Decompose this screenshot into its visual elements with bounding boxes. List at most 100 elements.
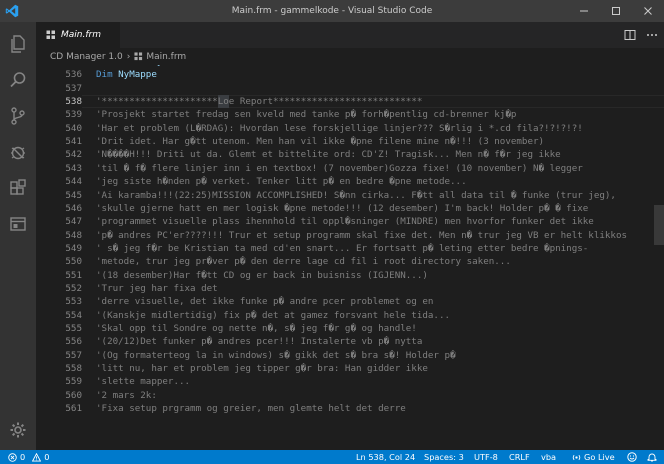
code-line[interactable]: 'slette mapper...: [96, 375, 190, 388]
go-live-button[interactable]: Go Live: [572, 450, 615, 464]
line-number: 539: [65, 109, 82, 121]
breadcrumb-folder[interactable]: CD Manager 1.0: [50, 52, 123, 62]
code-token: 'skulle gjerne hatt en mer logisk �pne m…: [96, 202, 589, 214]
line-number: 557: [65, 349, 82, 361]
code-token: ' s� jeg f�r be Kristian ta med cd'en sn…: [96, 242, 589, 254]
code-line[interactable]: 'programmet visuelle plass ihennhold til…: [96, 215, 594, 228]
code-line[interactable]: 'p� andres PC'er????!!! Trur et setup pr…: [96, 229, 627, 242]
code-line[interactable]: '(18 desember)Har f�tt CD og er back in …: [96, 269, 428, 282]
code-line[interactable]: 'derre visuelle, det ikke funke p� andre…: [96, 295, 433, 308]
search-button[interactable]: [0, 62, 36, 98]
line-number: 549: [65, 242, 82, 254]
code-token: 'litt nu, har et problem jeg tipper g�r …: [96, 363, 428, 375]
source-control-button[interactable]: [0, 98, 36, 134]
tab-main-frm[interactable]: Main.frm: [36, 22, 120, 48]
line-number: 550: [65, 256, 82, 268]
code-line[interactable]: 'litt nu, har et problem jeg tipper g�r …: [96, 362, 428, 375]
code-line[interactable]: Dim NyMappe: [96, 68, 157, 81]
code-line[interactable]: 'Skal opp til Sondre og nette n�, s� jeg…: [96, 322, 417, 335]
code-line[interactable]: 'jeg siste h�nden p� verket. Tenker litt…: [96, 175, 467, 188]
extensions-button[interactable]: [0, 170, 36, 206]
split-editor-icon[interactable]: [624, 29, 636, 41]
bell-icon: [647, 453, 657, 462]
minimize-button[interactable]: [568, 0, 600, 22]
line-number: 558: [65, 363, 82, 375]
code-line[interactable]: '*********************Loe Report********…: [96, 95, 422, 109]
line-number: 542: [65, 149, 82, 161]
code-line[interactable]: '2 mars 2k:: [96, 389, 157, 402]
code-line[interactable]: 'Prosjekt startet fredag sen kveld med t…: [96, 108, 516, 121]
breadcrumb: CD Manager 1.0 › Main.frm: [36, 48, 664, 65]
line-number: 551: [65, 269, 82, 281]
code-editor[interactable]: 5355365375385395405415425435445455465475…: [36, 55, 664, 450]
title-bar: Main.frm - gammelkode - Visual Studio Co…: [0, 0, 664, 22]
language-mode[interactable]: vba: [541, 450, 556, 464]
code-line[interactable]: 'Ai karamba!!!(22:25)MISSION ACCOMPLISHE…: [96, 189, 616, 202]
minimize-icon: [580, 10, 588, 12]
code-line[interactable]: 'Trur jeg har fixa det: [96, 282, 218, 295]
source-control-icon: [11, 107, 25, 125]
code-line[interactable]: 'Drit idet. Har g�tt utenom. Men han vil…: [96, 135, 544, 148]
notifications-button[interactable]: [647, 450, 657, 464]
line-number: 559: [65, 376, 82, 388]
files-icon: [11, 35, 25, 53]
code-line[interactable]: 'skulle gjerne hatt en mer logisk �pne m…: [96, 202, 588, 215]
code-token: '(Og formaterteog la in windows) s� gikk…: [96, 349, 456, 361]
code-line[interactable]: '(Kanskje midlertidig) fix p� det at gam…: [96, 309, 450, 322]
window-controls: [568, 0, 664, 22]
extensions-icon: [10, 179, 26, 195]
line-number: 538: [65, 96, 82, 108]
code-token: 'Skal opp til Sondre og nette n�, s� jeg…: [96, 323, 417, 334]
explorer-button[interactable]: [0, 26, 36, 62]
line-number: 541: [65, 136, 82, 148]
close-icon: [644, 7, 652, 15]
vertical-scrollbar[interactable]: [654, 55, 664, 450]
code-line[interactable]: '(Og formaterteog la in windows) s� gikk…: [96, 349, 456, 362]
code-token: 'Trur jeg har fixa det: [96, 282, 218, 294]
more-actions-icon[interactable]: [646, 29, 658, 41]
code-line[interactable]: '(20/12)Det funker p� andres pcer!!! Ins…: [96, 335, 422, 348]
code-line[interactable]: 'Har et problem (L�RDAG): Hvordan lese f…: [96, 122, 583, 135]
code-token: 'Har et problem (L�RDAG): Hvordan lese f…: [96, 122, 583, 134]
code-token: 'p� andres PC'er????!!! Trur et setup pr…: [96, 229, 628, 241]
code-token: '(Kanskje midlertidig) fix p� det at gam…: [96, 309, 451, 321]
editor-actions: [624, 22, 658, 48]
problems-indicator[interactable]: 0 0: [8, 450, 49, 464]
breadcrumb-file[interactable]: Main.frm: [146, 52, 186, 62]
settings-button[interactable]: [0, 412, 36, 448]
cursor-position[interactable]: Ln 538, Col 24: [356, 450, 415, 464]
code-token: 'til � f� flere linjer inn i en textbox!…: [96, 162, 583, 174]
tab-label: Main.frm: [61, 30, 101, 40]
code-token: 'Prosjekt startet fredag sen kveld med t…: [96, 109, 517, 121]
indentation[interactable]: Spaces: 3: [424, 450, 464, 464]
code-line[interactable]: 'til � f� flere linjer inn i en textbox!…: [96, 162, 583, 175]
feedback-button[interactable]: [627, 450, 637, 464]
line-number: 537: [65, 82, 82, 94]
code-token: 'jeg siste h�nden p� verket. Tenker litt…: [96, 176, 467, 188]
vb-file-icon: [46, 30, 55, 39]
code-lines[interactable]: Dim Startn�ydeDim NyMappe'**************…: [96, 55, 664, 450]
code-line[interactable]: ' s� jeg f�r be Kristian ta med cd'en sn…: [96, 242, 588, 255]
line-number: 544: [65, 176, 82, 188]
line-number: 556: [65, 336, 82, 348]
maximize-button[interactable]: [600, 0, 632, 22]
end-of-line[interactable]: CRLF: [509, 450, 530, 464]
code-token: 'slette mapper...: [96, 376, 191, 388]
debug-button[interactable]: [0, 134, 36, 170]
scrollbar-thumb[interactable]: [654, 205, 664, 245]
error-icon: [8, 452, 17, 462]
broadcast-icon: [572, 454, 581, 460]
remote-explorer-icon: [10, 217, 26, 231]
code-line[interactable]: 'N����H!!! Driti ut da. Glemt et bitteli…: [96, 148, 561, 161]
code-line[interactable]: 'Fixa setup prgramm og greier, men glemt…: [96, 402, 406, 415]
code-token: 'N����H!!! Driti ut da. Glemt et bitteli…: [96, 149, 561, 161]
code-token: 'Ai karamba!!!(22:25)MISSION ACCOMPLISHE…: [96, 189, 616, 201]
close-window-button[interactable]: [632, 0, 664, 22]
remote-explorer-button[interactable]: [0, 206, 36, 242]
code-line[interactable]: 'metode, trur jeg pr�ver p� den derre la…: [96, 255, 511, 268]
code-token: '2 mars 2k:: [96, 389, 157, 401]
code-token: '*********************: [96, 96, 218, 108]
encoding[interactable]: UTF-8: [474, 450, 498, 464]
line-number: 546: [65, 202, 82, 214]
code-token: 'programmet visuelle plass ihennhold til…: [96, 216, 594, 228]
